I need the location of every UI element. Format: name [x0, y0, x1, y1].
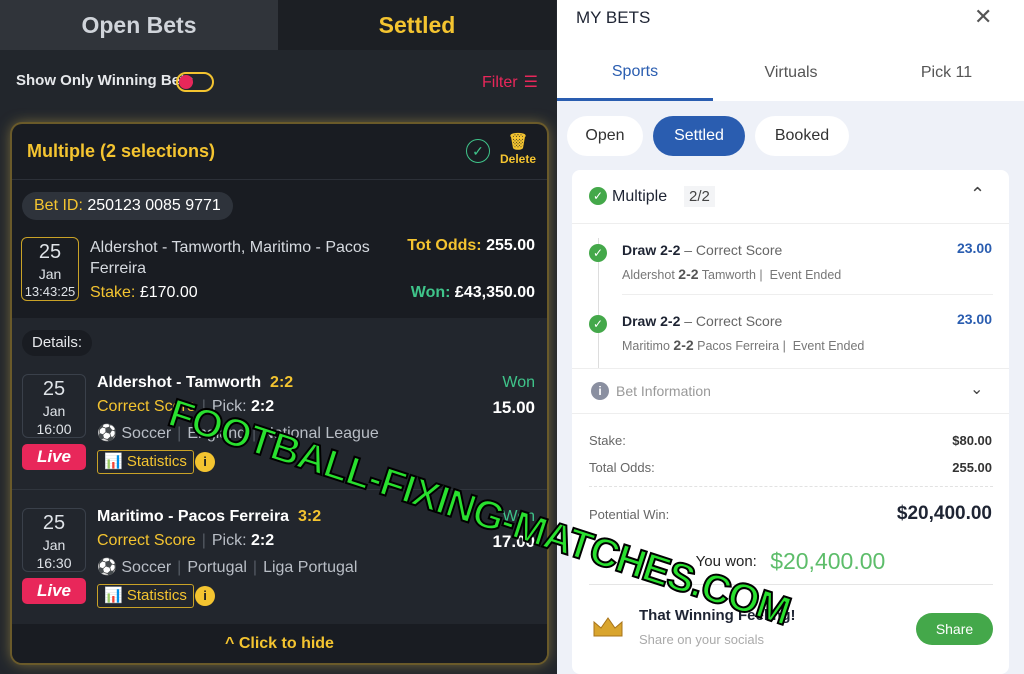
divider: [12, 489, 547, 490]
stake-label: Stake:: [589, 433, 626, 448]
info-icon[interactable]: i: [195, 452, 215, 472]
details-label: Details:: [22, 330, 93, 356]
soccer-ball-icon: ⚽: [97, 425, 117, 442]
leg-event: Aldershot 2-2 Tamworth | Event Ended: [622, 266, 842, 282]
leg-odds: 23.00: [956, 311, 992, 327]
click-to-hide-button[interactable]: ^ Click to hide: [12, 624, 547, 663]
live-badge[interactable]: Live: [22, 578, 86, 604]
divider: [12, 179, 547, 180]
selection-row: 25 Jan 16:30 Live Maritimo - Pacos Ferreir…: [12, 502, 547, 622]
tab-open-bets[interactable]: Open Bets: [0, 0, 278, 50]
tab-settled[interactable]: Settled: [278, 0, 556, 50]
bet-title: Multiple (2 selections): [27, 141, 216, 161]
check-icon: ✓: [589, 187, 607, 205]
winning-bets-toggle[interactable]: [176, 72, 214, 92]
leg-pick: Draw 2-2 – Correct Score: [622, 313, 783, 329]
potential-win-value: $20,400.00: [896, 503, 992, 524]
check-icon: ✓: [589, 315, 607, 333]
you-won: You won: $20,400.00: [695, 548, 886, 574]
status-badge: Won: [502, 374, 535, 391]
tab-sports[interactable]: Sports: [557, 45, 713, 101]
bar-chart-icon: 📊: [104, 453, 123, 470]
match-meta: ⚽ Soccer | Portugal | Liga Portugal: [97, 559, 358, 576]
chevron-up-icon[interactable]: ⌃: [970, 184, 985, 205]
bet-id-pill: Bet ID: 250123 0085 9771: [22, 192, 233, 220]
divider: [589, 486, 993, 487]
bet-events: Aldershot - Tamworth, Maritimo - Pacos F…: [90, 239, 370, 277]
share-title: That Winning Feeling!: [639, 607, 796, 624]
close-icon[interactable]: ✕: [974, 4, 992, 30]
chevron-down-icon: ⌄: [970, 381, 984, 398]
potential-win-label: Potential Win:: [589, 507, 670, 522]
live-badge[interactable]: Live: [22, 444, 86, 470]
match-name: Aldershot - Tamworth 2:2: [97, 374, 294, 391]
bet-leg: ✓ Draw 2-2 – Correct Score Aldershot 2-2…: [572, 240, 1009, 310]
bet-information-label: Bet Information: [616, 383, 711, 399]
bet-date: 25 Jan 13:43:25: [21, 237, 79, 301]
bet-card: ✓ Multiple 2/2 ⌃ ✓ Draw 2-2 – Correct Sc…: [572, 170, 1009, 674]
match-name: Maritimo - Pacos Ferreira 3:2: [97, 508, 322, 525]
market-pick: Correct Score | Pick: 2:2: [97, 398, 275, 415]
market-pick: Correct Score | Pick: 2:2: [97, 532, 275, 549]
leg-odds: 23.00: [956, 240, 992, 256]
match-date: 25 Jan 16:30: [22, 508, 86, 572]
soccer-ball-icon: ⚽: [97, 559, 117, 576]
stake-value: $80.00: [952, 433, 992, 448]
filter-booked[interactable]: Booked: [755, 116, 849, 156]
bet-card: Multiple (2 selections) ✓ 🗑 Delete Bet ID…: [12, 124, 547, 663]
divider: [622, 294, 993, 295]
selection-row: 25 Jan 16:00 Live Aldershot - Tamworth 2:2…: [12, 368, 547, 488]
check-icon: ✓: [589, 244, 607, 262]
crown-icon: [593, 617, 623, 637]
info-icon[interactable]: i: [195, 586, 215, 606]
left-panel: Open Bets Settled Show Only Winning Bets…: [0, 0, 557, 674]
filter-settled[interactable]: Settled: [653, 116, 745, 156]
share-button[interactable]: Share: [916, 613, 993, 645]
total-odds: Tot Odds: 255.00: [407, 237, 535, 254]
match-meta: ⚽ Soccer | England | National League: [97, 425, 379, 442]
bet-count: 2/2: [684, 186, 715, 207]
check-circle-icon: ✓: [466, 139, 490, 163]
match-date: 25 Jan 16:00: [22, 374, 86, 438]
total-odds-value: 255.00: [952, 460, 992, 475]
total-odds-label: Total Odds:: [589, 460, 655, 475]
bet-stake: Stake: £170.00: [90, 284, 198, 301]
delete-button[interactable]: 🗑 Delete: [500, 132, 536, 166]
leg-event: Maritimo 2-2 Pacos Ferreira | Event Ende…: [622, 337, 865, 353]
filter-open[interactable]: Open: [567, 116, 643, 156]
trash-icon: 🗑: [507, 134, 529, 151]
bet-information-toggle[interactable]: i Bet Information ⌄: [572, 368, 1009, 414]
won-amount: Won: £43,350.00: [410, 284, 535, 301]
status-badge: Won: [502, 508, 535, 525]
chevron-up-icon: ^: [225, 635, 239, 652]
info-icon: i: [591, 382, 609, 400]
filter-label: Filter: [482, 74, 518, 91]
divider: [572, 223, 1009, 224]
divider: [589, 584, 993, 585]
page-title: MY BETS: [576, 8, 651, 27]
bar-chart-icon: 📊: [104, 587, 123, 604]
tab-virtuals[interactable]: Virtuals: [713, 45, 869, 101]
filter-button[interactable]: Filter ☰: [482, 72, 538, 92]
selection-odds: 15.00: [492, 398, 535, 417]
share-subtitle: Share on your socials: [639, 632, 765, 647]
selection-odds: 17.00: [492, 532, 535, 551]
toggle-label: Show Only Winning Bets: [16, 72, 194, 89]
tab-pick-11[interactable]: Pick 11: [869, 45, 1024, 101]
delete-label: Delete: [500, 152, 537, 166]
leg-pick: Draw 2-2 – Correct Score: [622, 242, 783, 258]
statistics-button[interactable]: 📊 Statistics: [97, 584, 194, 608]
statistics-button[interactable]: 📊 Statistics: [97, 450, 194, 474]
right-panel: MY BETS ✕ Sports Virtuals Pick 11 Open S…: [557, 0, 1024, 674]
filter-icon: ☰: [523, 74, 538, 91]
bet-type: Multiple: [612, 188, 668, 205]
